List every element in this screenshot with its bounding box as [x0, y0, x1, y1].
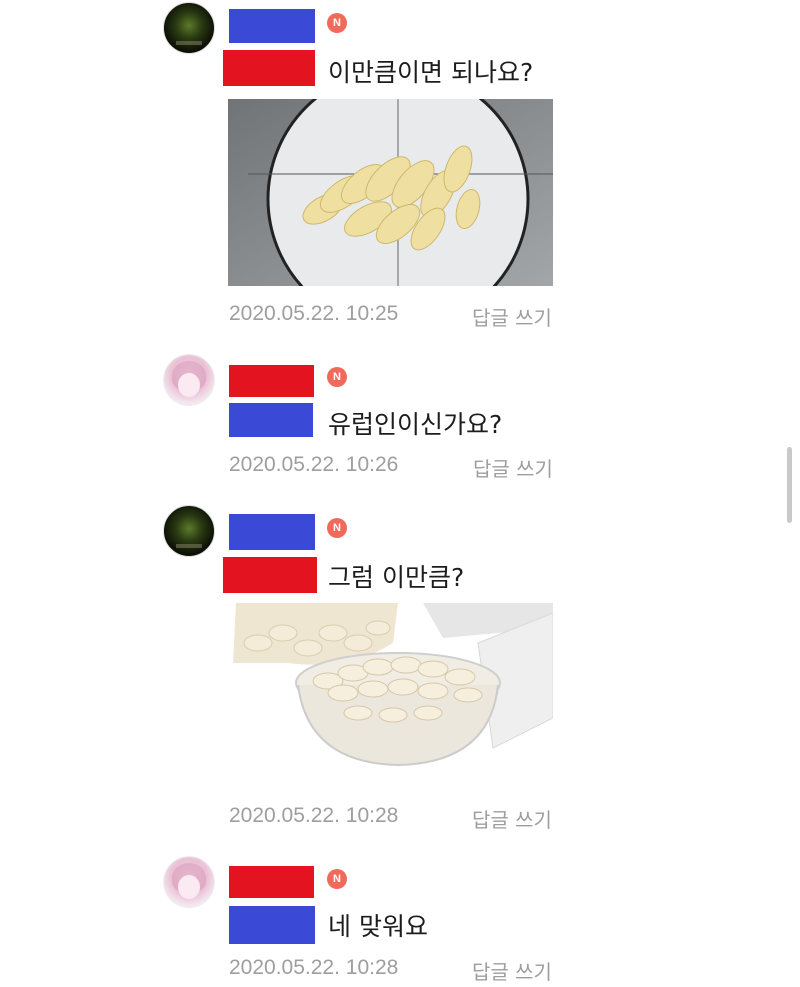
- new-badge: N: [327, 869, 347, 889]
- redacted-mention: [229, 403, 313, 437]
- avatar[interactable]: [163, 354, 215, 406]
- redacted-username: [229, 514, 315, 550]
- cutting-board-photo: [228, 99, 553, 286]
- reply-button[interactable]: 답글 쓰기: [473, 453, 553, 482]
- avatar-face: [178, 875, 200, 899]
- avatar[interactable]: [163, 856, 215, 908]
- avatar[interactable]: [163, 2, 215, 54]
- comment-image[interactable]: [228, 603, 553, 778]
- comment-text: 유럽인이신가요?: [328, 410, 503, 439]
- redacted-username: [229, 866, 314, 898]
- comment-timestamp: 2020.05.22. 10:28: [229, 956, 399, 979]
- reply-button[interactable]: 답글 쓰기: [472, 804, 552, 833]
- comment-text: 그럼 이만큼?: [328, 563, 465, 592]
- reply-button[interactable]: 답글 쓰기: [472, 956, 552, 985]
- comment-timestamp: 2020.05.22. 10:25: [229, 302, 399, 325]
- new-badge: N: [327, 518, 347, 538]
- reply-button[interactable]: 답글 쓰기: [472, 302, 552, 331]
- avatar-face: [178, 373, 200, 397]
- avatar[interactable]: [163, 505, 215, 557]
- new-badge: N: [327, 367, 347, 387]
- redacted-username: [229, 9, 315, 43]
- comment-text: 이만큼이면 되나요?: [328, 58, 534, 87]
- comment-timestamp: 2020.05.22. 10:28: [229, 804, 399, 827]
- comment-text: 네 맞워요: [328, 912, 428, 941]
- redacted-mention: [223, 557, 317, 593]
- redacted-mention: [229, 906, 315, 944]
- new-badge: N: [327, 13, 347, 33]
- redacted-username: [229, 365, 314, 397]
- comment-image[interactable]: [228, 99, 553, 286]
- comment-timestamp: 2020.05.22. 10:26: [229, 453, 399, 476]
- scrollbar[interactable]: [787, 447, 792, 523]
- redacted-mention: [223, 50, 315, 86]
- almond-bowl-photo: [228, 603, 553, 778]
